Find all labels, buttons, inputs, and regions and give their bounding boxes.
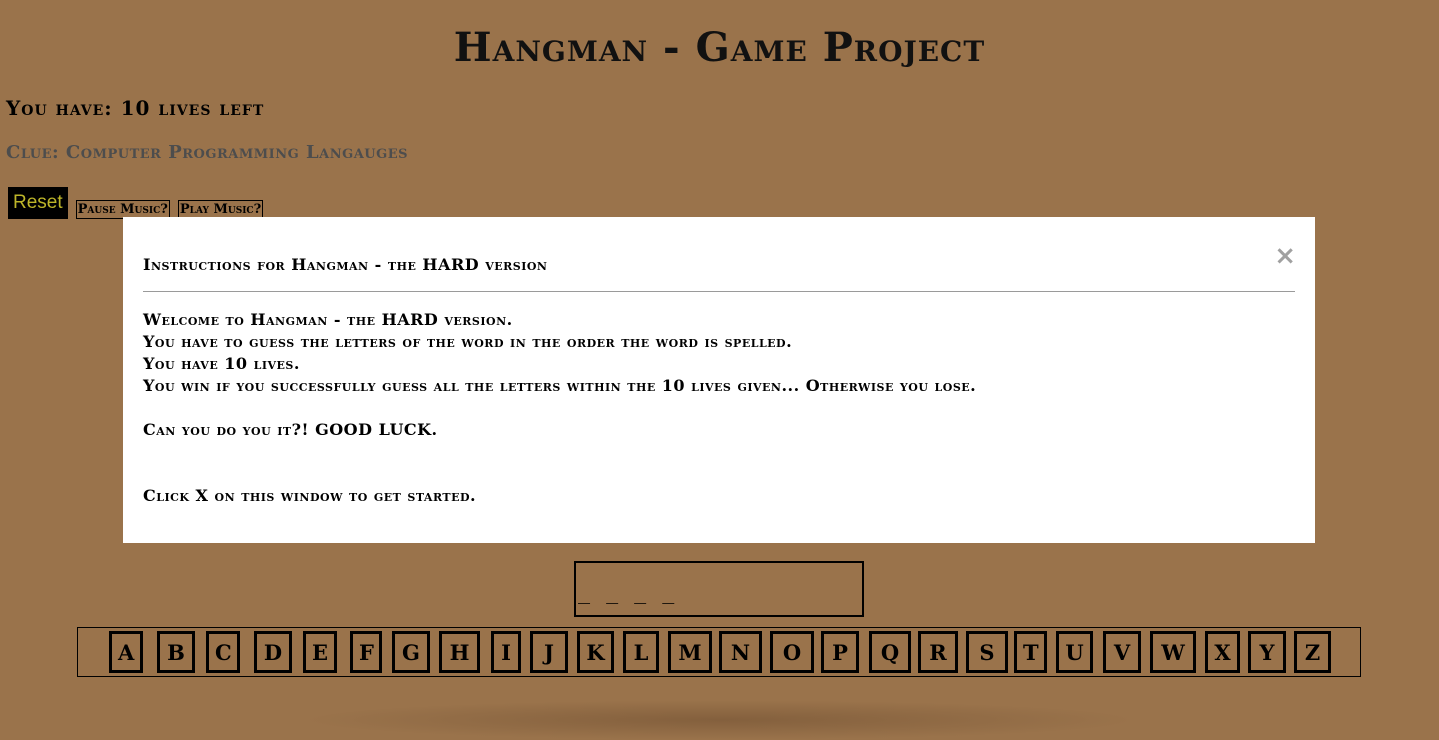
clue-text: Clue: Computer Programming Langauges bbox=[6, 142, 409, 163]
letter-button-n[interactable]: N bbox=[719, 631, 762, 673]
letter-button-p[interactable]: P bbox=[821, 631, 859, 673]
letter-button-d[interactable]: D bbox=[254, 631, 292, 673]
instruction-line: You have to guess the letters of the wor… bbox=[143, 332, 793, 351]
letter-button-h[interactable]: H bbox=[439, 631, 480, 673]
letter-button-u[interactable]: U bbox=[1056, 631, 1093, 673]
letter-button-f[interactable]: F bbox=[350, 631, 382, 673]
instruction-line: You have 10 lives. bbox=[143, 354, 300, 373]
letter-button-t[interactable]: T bbox=[1014, 631, 1047, 673]
letter-button-i[interactable]: I bbox=[491, 631, 521, 673]
letter-button-l[interactable]: L bbox=[623, 631, 659, 673]
close-icon[interactable]: × bbox=[1274, 243, 1296, 269]
letter-button-w[interactable]: W bbox=[1150, 631, 1196, 673]
letter-button-x[interactable]: X bbox=[1205, 631, 1240, 673]
reset-button[interactable]: Reset bbox=[8, 187, 68, 219]
letter-button-j[interactable]: J bbox=[530, 631, 568, 673]
instruction-line: Click X on this window to get started. bbox=[143, 486, 477, 505]
letter-button-o[interactable]: O bbox=[770, 631, 814, 673]
decorative-shadow bbox=[300, 700, 1140, 740]
lives-counter: You have: 10 lives left bbox=[6, 96, 265, 120]
page-title: Hangman - Game Project bbox=[453, 24, 986, 71]
instructions-modal: Instructions for Hangman - the HARD vers… bbox=[123, 217, 1315, 543]
word-blanks: _ _ _ _ bbox=[578, 580, 677, 604]
letter-button-a[interactable]: A bbox=[109, 631, 143, 673]
modal-divider bbox=[143, 291, 1295, 292]
letter-button-c[interactable]: C bbox=[206, 631, 240, 673]
modal-title: Instructions for Hangman - the HARD vers… bbox=[143, 255, 548, 274]
letter-button-q[interactable]: Q bbox=[869, 631, 911, 673]
letter-button-z[interactable]: Z bbox=[1294, 631, 1331, 673]
letter-button-b[interactable]: B bbox=[157, 631, 195, 673]
modal-body: Welcome to Hangman - the HARD version. Y… bbox=[143, 309, 976, 507]
controls-bar: Reset Pause Music? Play Music? bbox=[8, 187, 264, 219]
instruction-line: You win if you successfully guess all th… bbox=[143, 376, 977, 395]
letter-buttons: ABCDEFGHIJKLMNOPQRSTUVWXYZ bbox=[77, 627, 1361, 677]
instruction-line: Welcome to Hangman - the HARD version. bbox=[143, 310, 513, 329]
letter-button-k[interactable]: K bbox=[577, 631, 614, 673]
instruction-line: Can you do you it?! GOOD LUCK. bbox=[143, 420, 438, 439]
letter-button-s[interactable]: S bbox=[966, 631, 1008, 673]
letter-button-y[interactable]: Y bbox=[1248, 631, 1286, 673]
letter-button-v[interactable]: V bbox=[1103, 631, 1141, 673]
letter-button-g[interactable]: G bbox=[392, 631, 430, 673]
word-display: _ _ _ _ bbox=[574, 561, 864, 617]
letter-button-r[interactable]: R bbox=[918, 631, 958, 673]
letter-button-m[interactable]: M bbox=[668, 631, 712, 673]
letter-button-e[interactable]: E bbox=[303, 631, 337, 673]
